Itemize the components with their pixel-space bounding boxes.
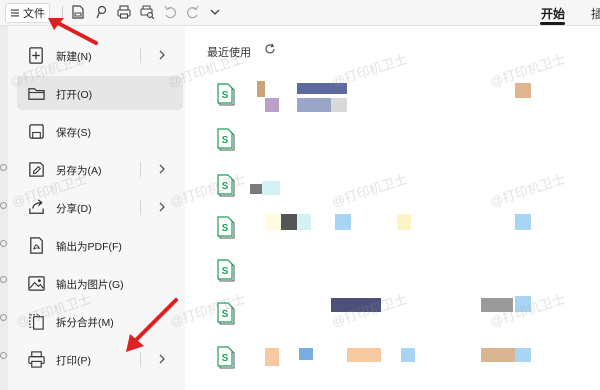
menu-item-save-as[interactable]: 另存为(A) bbox=[17, 152, 183, 186]
save-as-icon bbox=[29, 162, 44, 177]
redacted-block bbox=[265, 348, 279, 366]
tab-insert[interactable]: 插 bbox=[591, 5, 600, 22]
redacted-block bbox=[515, 296, 531, 312]
menu-item-export-pdf[interactable]: 输出为PDF(F) bbox=[17, 228, 183, 262]
menu-item-label: 保存(S) bbox=[56, 127, 91, 139]
sheet-edge bbox=[0, 26, 8, 390]
printer-icon bbox=[28, 351, 45, 368]
redacted-block bbox=[250, 184, 262, 194]
redacted-block bbox=[299, 348, 313, 360]
menu-divider bbox=[140, 48, 141, 63]
split-merge-icon bbox=[29, 314, 44, 330]
image-icon bbox=[28, 276, 45, 291]
redacted-block bbox=[265, 98, 279, 112]
spreadsheet-file-icon[interactable]: S bbox=[217, 128, 237, 152]
redacted-block bbox=[297, 214, 311, 230]
redacted-block bbox=[515, 348, 531, 362]
redacted-block bbox=[281, 214, 297, 230]
redacted-block bbox=[397, 214, 411, 230]
hamburger-icon bbox=[11, 9, 19, 17]
folder-icon bbox=[28, 88, 45, 100]
svg-text:S: S bbox=[222, 266, 229, 277]
redacted-block bbox=[297, 83, 347, 94]
svg-text:S: S bbox=[222, 309, 229, 320]
chevron-right-icon[interactable] bbox=[156, 49, 168, 61]
print-preview-icon[interactable] bbox=[139, 4, 155, 20]
redacted-block bbox=[262, 181, 280, 195]
menu-item-label: 输出为图片(G) bbox=[56, 279, 124, 291]
radio-marker bbox=[0, 202, 7, 209]
menu-item-export-image[interactable]: 输出为图片(G) bbox=[17, 266, 183, 300]
menu-item-label: 拆分合并(M) bbox=[56, 317, 114, 329]
new-file-icon bbox=[29, 47, 43, 64]
redacted-block bbox=[401, 348, 415, 362]
refresh-icon[interactable] bbox=[264, 43, 276, 55]
spreadsheet-file-icon[interactable]: S bbox=[217, 216, 237, 240]
active-tab-indicator bbox=[540, 22, 565, 25]
recent-files-panel: 最近使用 S S S S S S S bbox=[185, 26, 600, 390]
spreadsheet-file-icon[interactable]: S bbox=[217, 174, 237, 198]
redacted-block bbox=[331, 98, 347, 112]
spreadsheet-file-icon[interactable]: S bbox=[217, 259, 237, 283]
svg-text:S: S bbox=[222, 181, 229, 192]
redacted-block bbox=[481, 348, 515, 362]
menu-item-label: 新建(N) bbox=[56, 51, 92, 63]
radio-marker bbox=[0, 352, 7, 359]
pdf-icon bbox=[30, 237, 43, 254]
menu-item-label: 打印(P) bbox=[56, 355, 91, 367]
redacted-block bbox=[335, 214, 351, 230]
undo-icon[interactable] bbox=[162, 4, 178, 20]
share-icon bbox=[29, 199, 44, 214]
print-icon[interactable] bbox=[116, 4, 132, 20]
radio-marker bbox=[0, 276, 7, 283]
menu-item-label: 打开(O) bbox=[56, 89, 93, 101]
svg-text:S: S bbox=[222, 90, 229, 101]
chevron-down-icon[interactable] bbox=[207, 4, 223, 20]
spreadsheet-file-icon[interactable]: S bbox=[217, 83, 237, 107]
menu-item-open[interactable]: 打开(O) bbox=[17, 76, 183, 110]
menu-item-label: 分享(D) bbox=[56, 203, 92, 215]
menu-divider bbox=[140, 162, 141, 177]
chevron-right-icon[interactable] bbox=[156, 163, 168, 175]
radio-marker bbox=[0, 240, 7, 247]
redacted-block bbox=[481, 298, 513, 312]
redacted-block bbox=[515, 83, 531, 98]
radio-marker bbox=[0, 314, 7, 321]
menu-item-share[interactable]: 分享(D) bbox=[17, 190, 183, 224]
svg-text:S: S bbox=[222, 135, 229, 146]
tab-start[interactable]: 开始 bbox=[541, 5, 565, 22]
chevron-right-icon[interactable] bbox=[156, 201, 168, 213]
svg-text:S: S bbox=[222, 223, 229, 234]
annotation-arrow-icon bbox=[48, 18, 98, 45]
recent-title: 最近使用 bbox=[207, 47, 251, 59]
redo-icon[interactable] bbox=[185, 4, 201, 20]
redacted-block bbox=[515, 214, 531, 230]
save-icon bbox=[29, 124, 44, 139]
annotation-arrow-icon bbox=[126, 298, 178, 352]
menu-item-label: 输出为PDF(F) bbox=[56, 241, 122, 253]
menu-item-label: 另存为(A) bbox=[56, 165, 102, 177]
radio-marker bbox=[0, 164, 7, 171]
redacted-block bbox=[331, 298, 381, 312]
redacted-block bbox=[257, 81, 265, 97]
redacted-block bbox=[297, 98, 331, 112]
menu-item-save[interactable]: 保存(S) bbox=[17, 114, 183, 148]
svg-text:S: S bbox=[222, 353, 229, 364]
spreadsheet-file-icon[interactable]: S bbox=[217, 346, 237, 370]
redacted-block bbox=[347, 348, 381, 362]
redacted-block bbox=[265, 214, 281, 230]
spreadsheet-file-icon[interactable]: S bbox=[217, 302, 237, 326]
menu-divider bbox=[140, 200, 141, 215]
